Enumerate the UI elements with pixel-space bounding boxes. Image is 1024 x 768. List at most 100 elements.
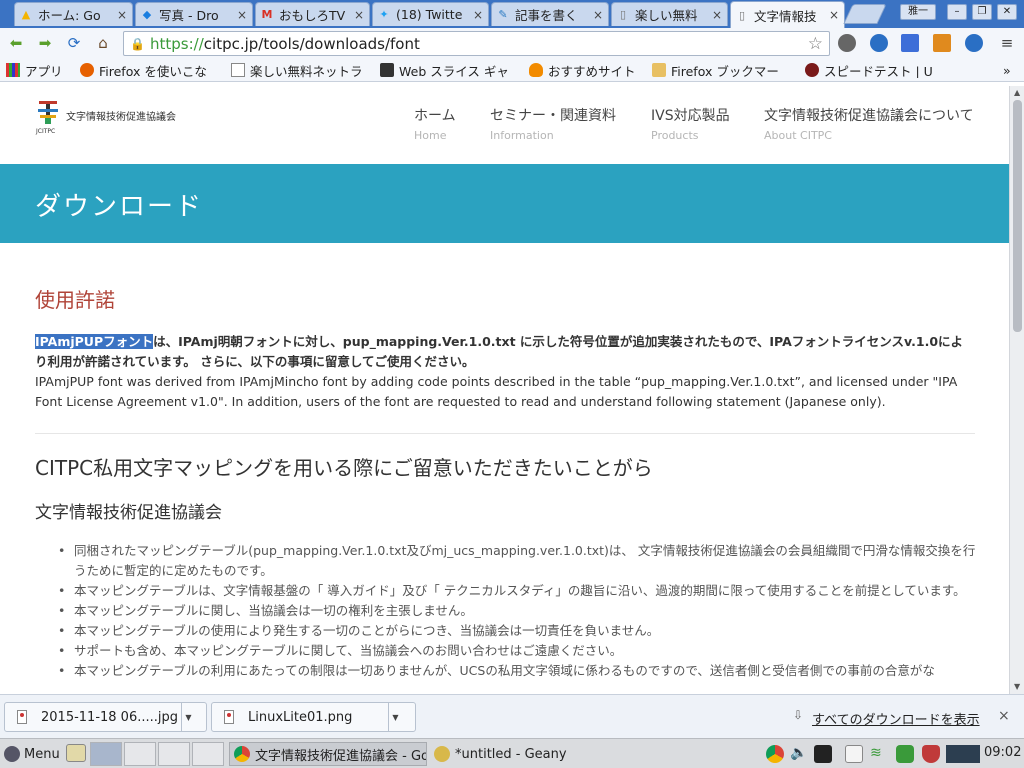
globe-extension-icon[interactable] <box>838 34 856 52</box>
workspace-1[interactable] <box>90 742 122 766</box>
bookmark-star-icon[interactable]: ☆ <box>808 34 823 54</box>
nav-home[interactable]: ホーム Home <box>414 105 456 142</box>
tab-free-net[interactable]: ▯ 楽しい無料 × <box>611 2 728 26</box>
close-icon[interactable]: × <box>236 8 248 22</box>
bookmark-firefox-folder[interactable]: Firefox ブックマー <box>652 62 794 78</box>
webslice-icon <box>380 63 394 77</box>
calendar-extension-icon[interactable] <box>901 34 919 52</box>
bookmark-speedtest[interactable]: スピードテスト | U <box>805 62 945 78</box>
scroll-thumb[interactable] <box>1013 100 1022 332</box>
task-chrome[interactable]: 文字情報技術促進協議会 - Goo <box>229 742 427 766</box>
maximize-button[interactable]: ❐ <box>972 4 992 20</box>
forward-arrow-icon: ➡ <box>38 34 52 52</box>
minimize-button[interactable]: – <box>947 4 967 20</box>
chrome-tray-icon[interactable] <box>766 745 784 763</box>
tab-dropbox[interactable]: ◆ 写真 - Dro × <box>135 2 253 26</box>
license-text-ja: IPAmjPUPフォントは、IPAmj明朝フォントに対し、pup_mapping… <box>35 332 975 372</box>
dropbox-icon: ◆ <box>142 8 152 21</box>
logo-name: 文字情報技術促進協議会 <box>66 112 176 123</box>
close-icon[interactable]: × <box>711 8 723 22</box>
page-scrollbar[interactable]: ▲ ▼ <box>1009 86 1024 694</box>
chevron-down-icon[interactable]: ▼ <box>388 703 402 731</box>
home-button[interactable]: ⌂ <box>93 33 113 53</box>
tab-title: ホーム: Go <box>38 8 101 23</box>
nav-label: セミナー・関連資料 <box>490 108 616 124</box>
nav-information[interactable]: セミナー・関連資料 Information <box>490 105 616 142</box>
wifi-icon[interactable]: ≋ <box>870 745 888 763</box>
menu-icon <box>4 746 20 762</box>
home-icon: ⌂ <box>98 34 108 52</box>
download-item[interactable]: 2015-11-18 06.....jpg ▼ <box>4 702 207 732</box>
nav-about[interactable]: 文字情報技術促進協議会について About CITPC <box>764 105 974 142</box>
task-label: *untitled - Geany <box>455 746 567 762</box>
tab-twitter[interactable]: ✦ (18) Twitte × <box>372 2 489 26</box>
close-icon[interactable]: × <box>998 708 1010 724</box>
show-desktop-icon[interactable] <box>66 744 86 762</box>
task-geany[interactable]: *untitled - Geany <box>430 742 626 766</box>
nav-sublabel: Information <box>490 129 554 142</box>
twitter-icon: ✦ <box>379 8 389 21</box>
list-item: 本マッピングテーブルに関し、当協議会は一切の権利を主張しません。 <box>52 601 977 621</box>
tab-blog-editor[interactable]: ✎ 記事を書く × <box>491 2 609 26</box>
shield-icon[interactable] <box>922 745 940 763</box>
scroll-up-icon[interactable]: ▲ <box>1014 88 1020 97</box>
nav-products[interactable]: IVS対応製品 Products <box>651 105 730 142</box>
back-arrow-icon: ⬅ <box>9 34 23 52</box>
workspace-3[interactable] <box>158 742 190 766</box>
tab-citpc-active[interactable]: ▯ 文字情報技 × <box>730 1 845 28</box>
forward-button[interactable]: ➡ <box>35 33 55 53</box>
lock-icon: 🔒 <box>130 36 145 51</box>
bookmark-free-net[interactable]: 楽しい無料ネットラ <box>231 62 371 78</box>
tab-title: 文字情報技 <box>754 8 817 24</box>
bookmark-label: おすすめサイト <box>548 63 636 79</box>
nav-sublabel: Home <box>414 129 447 142</box>
battery-icon[interactable] <box>896 745 914 763</box>
earth-extension-icon[interactable] <box>965 34 983 52</box>
close-window-button[interactable]: ✕ <box>997 4 1017 20</box>
workspace-2[interactable] <box>124 742 156 766</box>
tab-title: (18) Twitte <box>396 7 463 22</box>
close-icon[interactable]: × <box>353 8 365 22</box>
start-menu-button[interactable]: Menu <box>4 742 64 766</box>
show-all-downloads-link[interactable]: すべてのダウンロードを表示 <box>812 709 980 728</box>
bookmark-recommended[interactable]: おすすめサイト <box>529 62 645 78</box>
new-tab-button[interactable] <box>843 4 887 24</box>
bookmark-firefox[interactable]: Firefox を使いこな <box>80 62 222 78</box>
clipboard-icon[interactable] <box>845 745 863 763</box>
page-banner: ダウンロード <box>0 164 1009 243</box>
globe-blue-extension-icon[interactable] <box>870 34 888 52</box>
chrome-icon <box>234 746 250 762</box>
download-item[interactable]: LinuxLite01.png ▼ <box>211 702 416 732</box>
keyboard-layout-icon[interactable] <box>814 745 832 763</box>
download-extension-icon[interactable] <box>933 34 951 52</box>
nav-label: 文字情報技術促進協議会について <box>764 108 974 124</box>
tab-gmail[interactable]: M おもしろTV × <box>255 2 370 26</box>
page-viewport: 文字情報技術促進協議会 JCITPC ホーム Home セミナー・関連資料 In… <box>0 86 1009 694</box>
profile-button[interactable]: 雅一 <box>900 4 936 20</box>
url-text: citpc.jp/tools/downloads/font <box>203 34 420 53</box>
menu-button[interactable]: ≡ <box>997 33 1017 53</box>
image-file-icon <box>17 710 27 724</box>
menu-label: Menu <box>24 746 60 762</box>
address-bar[interactable]: 🔒 https://citpc.jp/tools/downloads/font … <box>123 31 830 56</box>
firefox-icon <box>80 63 94 77</box>
bookmarks-overflow-button[interactable]: » <box>1003 62 1019 78</box>
scroll-down-icon[interactable]: ▼ <box>1014 682 1020 691</box>
bulb-icon <box>529 63 543 77</box>
bookmark-label: Firefox ブックマー <box>671 63 779 79</box>
bookmark-apps[interactable]: アプリ <box>6 62 72 78</box>
bookmark-webslice[interactable]: Web スライス ギャ <box>380 62 516 78</box>
reload-icon: ⟳ <box>67 34 81 52</box>
back-button[interactable]: ⬅ <box>6 33 26 53</box>
selected-text[interactable]: IPAmjPUPフォント <box>35 334 154 349</box>
workspace-4[interactable] <box>192 742 224 766</box>
volume-icon[interactable]: 🔈 <box>790 745 808 763</box>
reload-button[interactable]: ⟳ <box>64 33 84 53</box>
chevron-down-icon[interactable]: ▼ <box>181 703 195 731</box>
tab-google-drive[interactable]: ▲ ホーム: Go × <box>14 2 133 26</box>
close-icon[interactable]: × <box>828 8 840 22</box>
clock[interactable]: 09:02 <box>984 745 1021 760</box>
close-icon[interactable]: × <box>472 8 484 22</box>
close-icon[interactable]: × <box>116 8 128 22</box>
close-icon[interactable]: × <box>592 8 604 22</box>
